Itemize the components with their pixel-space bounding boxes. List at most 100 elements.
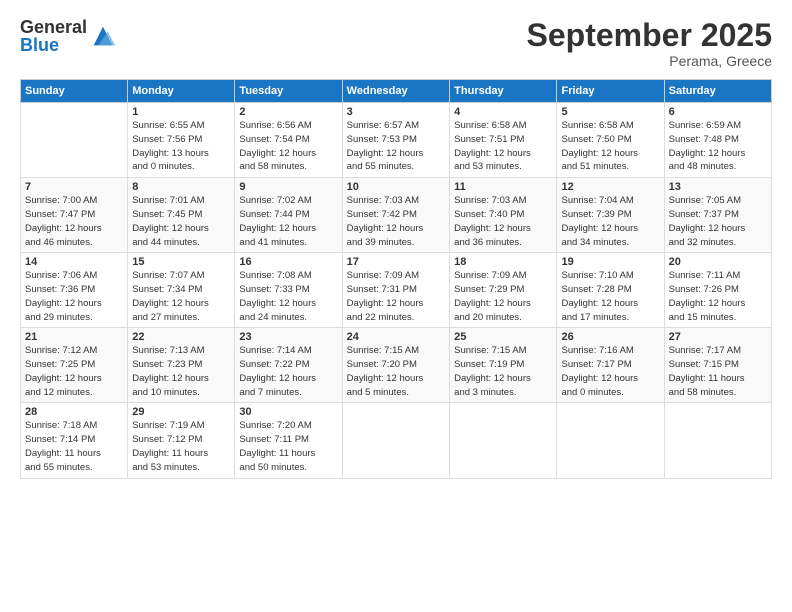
- day-info: Sunrise: 6:58 AM Sunset: 7:50 PM Dayligh…: [561, 119, 659, 174]
- day-number: 7: [25, 181, 123, 193]
- table-row: 22Sunrise: 7:13 AM Sunset: 7:23 PM Dayli…: [128, 328, 235, 403]
- day-number: 5: [561, 106, 659, 118]
- col-monday: Monday: [128, 80, 235, 103]
- day-info: Sunrise: 7:14 AM Sunset: 7:22 PM Dayligh…: [239, 344, 337, 399]
- table-row: [450, 403, 557, 478]
- day-number: 18: [454, 256, 552, 268]
- day-info: Sunrise: 7:08 AM Sunset: 7:33 PM Dayligh…: [239, 269, 337, 324]
- day-number: 26: [561, 331, 659, 343]
- col-thursday: Thursday: [450, 80, 557, 103]
- table-row: [664, 403, 771, 478]
- day-info: Sunrise: 6:56 AM Sunset: 7:54 PM Dayligh…: [239, 119, 337, 174]
- day-number: 9: [239, 181, 337, 193]
- week-row-5: 28Sunrise: 7:18 AM Sunset: 7:14 PM Dayli…: [21, 403, 772, 478]
- day-info: Sunrise: 7:19 AM Sunset: 7:12 PM Dayligh…: [132, 419, 230, 474]
- day-info: Sunrise: 6:57 AM Sunset: 7:53 PM Dayligh…: [347, 119, 445, 174]
- logo-icon: [89, 22, 117, 50]
- day-number: 28: [25, 406, 123, 418]
- day-number: 8: [132, 181, 230, 193]
- title-section: September 2025 Perama, Greece: [527, 18, 772, 69]
- table-row: 15Sunrise: 7:07 AM Sunset: 7:34 PM Dayli…: [128, 253, 235, 328]
- table-row: 5Sunrise: 6:58 AM Sunset: 7:50 PM Daylig…: [557, 103, 664, 178]
- table-row: 21Sunrise: 7:12 AM Sunset: 7:25 PM Dayli…: [21, 328, 128, 403]
- month-title: September 2025: [527, 18, 772, 53]
- table-row: 19Sunrise: 7:10 AM Sunset: 7:28 PM Dayli…: [557, 253, 664, 328]
- day-info: Sunrise: 7:17 AM Sunset: 7:15 PM Dayligh…: [669, 344, 767, 399]
- week-row-3: 14Sunrise: 7:06 AM Sunset: 7:36 PM Dayli…: [21, 253, 772, 328]
- week-row-4: 21Sunrise: 7:12 AM Sunset: 7:25 PM Dayli…: [21, 328, 772, 403]
- day-number: 4: [454, 106, 552, 118]
- table-row: 2Sunrise: 6:56 AM Sunset: 7:54 PM Daylig…: [235, 103, 342, 178]
- day-info: Sunrise: 7:20 AM Sunset: 7:11 PM Dayligh…: [239, 419, 337, 474]
- day-info: Sunrise: 7:10 AM Sunset: 7:28 PM Dayligh…: [561, 269, 659, 324]
- day-info: Sunrise: 7:09 AM Sunset: 7:29 PM Dayligh…: [454, 269, 552, 324]
- day-number: 14: [25, 256, 123, 268]
- table-row: 16Sunrise: 7:08 AM Sunset: 7:33 PM Dayli…: [235, 253, 342, 328]
- day-number: 21: [25, 331, 123, 343]
- day-number: 27: [669, 331, 767, 343]
- week-row-2: 7Sunrise: 7:00 AM Sunset: 7:47 PM Daylig…: [21, 178, 772, 253]
- table-row: [342, 403, 449, 478]
- calendar-header-row: Sunday Monday Tuesday Wednesday Thursday…: [21, 80, 772, 103]
- table-row: 30Sunrise: 7:20 AM Sunset: 7:11 PM Dayli…: [235, 403, 342, 478]
- day-number: 6: [669, 106, 767, 118]
- table-row: 24Sunrise: 7:15 AM Sunset: 7:20 PM Dayli…: [342, 328, 449, 403]
- day-info: Sunrise: 7:01 AM Sunset: 7:45 PM Dayligh…: [132, 194, 230, 249]
- page: General Blue September 2025 Perama, Gree…: [0, 0, 792, 612]
- day-info: Sunrise: 7:02 AM Sunset: 7:44 PM Dayligh…: [239, 194, 337, 249]
- table-row: 10Sunrise: 7:03 AM Sunset: 7:42 PM Dayli…: [342, 178, 449, 253]
- table-row: 23Sunrise: 7:14 AM Sunset: 7:22 PM Dayli…: [235, 328, 342, 403]
- day-info: Sunrise: 7:15 AM Sunset: 7:20 PM Dayligh…: [347, 344, 445, 399]
- table-row: 18Sunrise: 7:09 AM Sunset: 7:29 PM Dayli…: [450, 253, 557, 328]
- logo-blue: Blue: [20, 36, 87, 54]
- table-row: 14Sunrise: 7:06 AM Sunset: 7:36 PM Dayli…: [21, 253, 128, 328]
- day-number: 16: [239, 256, 337, 268]
- table-row: 4Sunrise: 6:58 AM Sunset: 7:51 PM Daylig…: [450, 103, 557, 178]
- day-number: 20: [669, 256, 767, 268]
- day-number: 17: [347, 256, 445, 268]
- day-number: 30: [239, 406, 337, 418]
- table-row: 1Sunrise: 6:55 AM Sunset: 7:56 PM Daylig…: [128, 103, 235, 178]
- day-number: 15: [132, 256, 230, 268]
- col-sunday: Sunday: [21, 80, 128, 103]
- table-row: [557, 403, 664, 478]
- col-wednesday: Wednesday: [342, 80, 449, 103]
- day-number: 22: [132, 331, 230, 343]
- day-number: 19: [561, 256, 659, 268]
- calendar-table: Sunday Monday Tuesday Wednesday Thursday…: [20, 79, 772, 478]
- table-row: 26Sunrise: 7:16 AM Sunset: 7:17 PM Dayli…: [557, 328, 664, 403]
- day-info: Sunrise: 7:11 AM Sunset: 7:26 PM Dayligh…: [669, 269, 767, 324]
- header: General Blue September 2025 Perama, Gree…: [20, 18, 772, 69]
- table-row: 8Sunrise: 7:01 AM Sunset: 7:45 PM Daylig…: [128, 178, 235, 253]
- table-row: [21, 103, 128, 178]
- day-number: 29: [132, 406, 230, 418]
- day-info: Sunrise: 6:55 AM Sunset: 7:56 PM Dayligh…: [132, 119, 230, 174]
- day-info: Sunrise: 7:04 AM Sunset: 7:39 PM Dayligh…: [561, 194, 659, 249]
- table-row: 17Sunrise: 7:09 AM Sunset: 7:31 PM Dayli…: [342, 253, 449, 328]
- day-number: 23: [239, 331, 337, 343]
- day-info: Sunrise: 7:15 AM Sunset: 7:19 PM Dayligh…: [454, 344, 552, 399]
- day-info: Sunrise: 6:59 AM Sunset: 7:48 PM Dayligh…: [669, 119, 767, 174]
- day-info: Sunrise: 7:07 AM Sunset: 7:34 PM Dayligh…: [132, 269, 230, 324]
- day-number: 1: [132, 106, 230, 118]
- table-row: 3Sunrise: 6:57 AM Sunset: 7:53 PM Daylig…: [342, 103, 449, 178]
- logo: General Blue: [20, 18, 117, 54]
- day-number: 11: [454, 181, 552, 193]
- table-row: 25Sunrise: 7:15 AM Sunset: 7:19 PM Dayli…: [450, 328, 557, 403]
- day-number: 3: [347, 106, 445, 118]
- day-number: 2: [239, 106, 337, 118]
- logo-general: General: [20, 18, 87, 36]
- col-friday: Friday: [557, 80, 664, 103]
- day-number: 25: [454, 331, 552, 343]
- day-info: Sunrise: 7:13 AM Sunset: 7:23 PM Dayligh…: [132, 344, 230, 399]
- col-tuesday: Tuesday: [235, 80, 342, 103]
- day-number: 24: [347, 331, 445, 343]
- logo-text: General Blue: [20, 18, 87, 54]
- day-number: 13: [669, 181, 767, 193]
- location: Perama, Greece: [527, 53, 772, 69]
- table-row: 27Sunrise: 7:17 AM Sunset: 7:15 PM Dayli…: [664, 328, 771, 403]
- table-row: 13Sunrise: 7:05 AM Sunset: 7:37 PM Dayli…: [664, 178, 771, 253]
- day-info: Sunrise: 7:03 AM Sunset: 7:40 PM Dayligh…: [454, 194, 552, 249]
- day-info: Sunrise: 7:06 AM Sunset: 7:36 PM Dayligh…: [25, 269, 123, 324]
- day-info: Sunrise: 7:03 AM Sunset: 7:42 PM Dayligh…: [347, 194, 445, 249]
